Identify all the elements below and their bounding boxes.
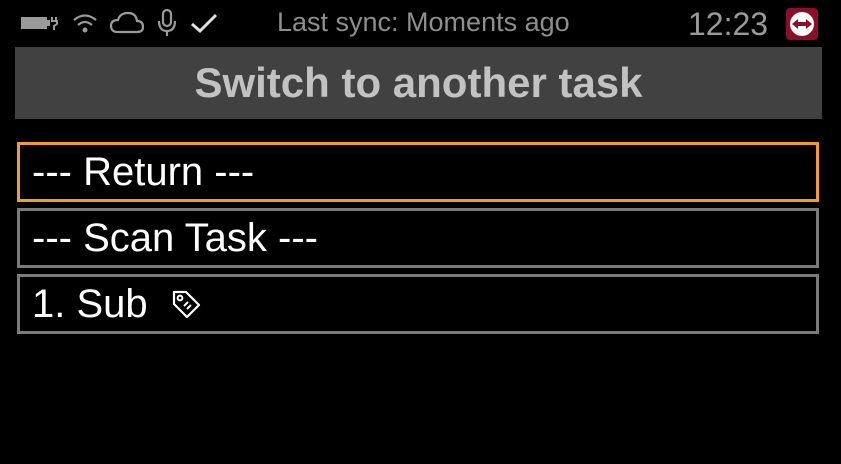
list-item-label: --- Scan Task --- <box>32 215 318 260</box>
list-item-scan-task[interactable]: --- Scan Task --- <box>17 208 819 268</box>
status-icons <box>20 8 218 38</box>
teamviewer-logo-icon <box>786 8 818 40</box>
list-item-label: --- Return --- <box>32 149 255 194</box>
microphone-icon <box>156 8 178 38</box>
status-bar: Last sync: Moments ago 12:23 <box>0 0 841 46</box>
task-list: --- Return --- --- Scan Task --- 1. Sub <box>17 142 819 340</box>
last-sync-text: Last sync: Moments ago <box>277 7 570 37</box>
tag-icon <box>170 288 202 320</box>
list-item-return[interactable]: --- Return --- <box>17 142 819 202</box>
list-item-label: 1. Sub <box>32 281 148 326</box>
wifi-icon <box>72 12 98 34</box>
list-item-sub[interactable]: 1. Sub <box>17 274 819 334</box>
page-title: Switch to another task <box>194 59 643 106</box>
clock: 12:23 <box>688 6 769 42</box>
page-header: Switch to another task <box>15 47 822 119</box>
cloud-icon <box>110 11 144 35</box>
battery-charging-icon <box>20 13 60 33</box>
check-icon <box>190 12 218 34</box>
screen: Last sync: Moments ago 12:23 Switch to a… <box>0 0 841 464</box>
